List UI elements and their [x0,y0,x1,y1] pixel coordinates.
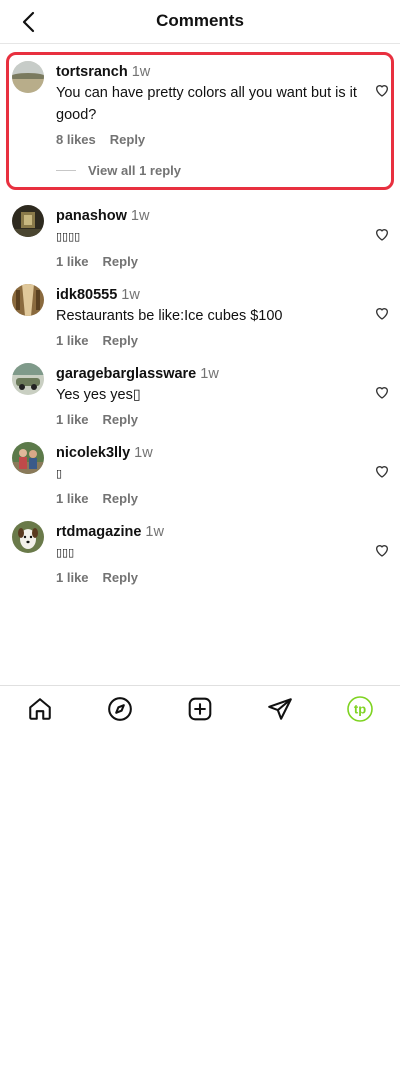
heart-icon [375,229,389,241]
explore-compass-icon [108,696,132,721]
heart-icon [375,308,389,320]
comment-body: tortsranch 1w You can have pretty colors … [56,63,360,147]
nav-home-button[interactable] [26,695,54,723]
comment-body: garagebarglassware 1w Yes yes yes▯ 1 like… [56,365,360,427]
dog-avatar-icon [12,521,44,553]
timestamp: 1w [134,445,153,461]
username[interactable]: tortsranch [56,64,128,80]
reply-button[interactable]: Reply [103,254,138,269]
timestamp: 1w [145,524,164,540]
comment-body: rtdmagazine 1w ▯▯▯ 1 like Reply [56,523,360,585]
comment-text: Yes yes yes▯ [56,387,141,403]
avatar[interactable] [12,284,44,316]
heart-icon [375,387,389,399]
reply-button[interactable]: Reply [103,570,138,585]
view-replies-label: View all 1 reply [88,163,181,178]
comment-body: nicolek3lly 1w ▯ 1 like Reply [56,444,360,506]
likes-count[interactable]: 8 likes [56,132,96,147]
heart-icon [375,545,389,557]
header: Comments [0,0,400,44]
direct-send-icon [268,697,292,720]
comment-text: ▯ [56,467,63,480]
reply-divider [56,170,76,171]
likes-count[interactable]: 1 like [56,491,89,506]
comment-item: rtdmagazine 1w ▯▯▯ 1 like Reply [0,512,400,591]
comment-text: ▯▯▯ [56,546,75,559]
view-replies-button[interactable]: View all 1 reply [56,163,181,178]
comments-screen: Comments tortsranch 1w You can have prett… [0,0,400,1080]
comment-text: ▯▯▯▯ [56,230,81,243]
landscape-avatar-icon [12,61,44,93]
comment-text: You can have pretty colors all you want … [56,85,357,123]
page-title: Comments [156,11,244,30]
avatar[interactable] [12,521,44,553]
comment-item: tortsranch 1w You can have pretty colors … [0,44,400,196]
likes-count[interactable]: 1 like [56,333,89,348]
likes-count[interactable]: 1 like [56,570,89,585]
avatar[interactable] [12,205,44,237]
like-button[interactable] [374,82,390,98]
nav-create-button[interactable] [186,695,214,723]
car-avatar-icon [12,363,44,395]
comment-item: garagebarglassware 1w Yes yes yes▯ 1 like… [0,354,400,433]
likes-count[interactable]: 1 like [56,412,89,427]
timestamp: 1w [130,208,150,224]
like-button[interactable] [374,463,390,479]
like-button[interactable] [374,226,390,242]
username[interactable]: garagebarglassware [56,366,196,382]
comment-list: tortsranch 1w You can have pretty colors … [0,44,400,591]
reply-button[interactable]: Reply [103,491,138,506]
like-button[interactable] [374,384,390,400]
hallway-avatar-icon [12,284,44,316]
bottom-nav: tp [0,685,400,731]
username[interactable]: rtdmagazine [56,524,141,540]
reply-button[interactable]: Reply [103,412,138,427]
nav-profile-button[interactable]: tp [346,695,374,723]
username[interactable]: nicolek3lly [56,445,130,461]
username[interactable]: idk80555 [56,287,117,303]
comment-item: nicolek3lly 1w ▯ 1 like Reply [0,433,400,512]
avatar[interactable] [12,442,44,474]
timestamp: 1w [121,287,140,303]
reply-button[interactable]: Reply [103,333,138,348]
heart-icon [375,466,389,478]
comment-body: panashow 1w ▯▯▯▯ 1 like Reply [56,207,360,269]
timestamp: 1w [200,366,219,382]
comment-item: idk80555 1w Restaurants be like:Ice cubes… [0,275,400,354]
heart-icon [375,85,389,97]
comment-body: idk80555 1w Restaurants be like:Ice cubes… [56,286,360,348]
home-icon [29,697,51,720]
dark-room-avatar-icon [12,205,44,237]
like-button[interactable] [374,542,390,558]
comment-text: Restaurants be like:Ice cubes $100 [56,308,283,324]
like-button[interactable] [374,305,390,321]
profile-initials: tp [354,701,366,716]
avatar[interactable] [12,61,44,93]
likes-count[interactable]: 1 like [56,254,89,269]
comment-item: panashow 1w ▯▯▯▯ 1 like Reply [0,196,400,275]
create-plus-icon [188,697,212,720]
avatar[interactable] [12,363,44,395]
nav-direct-button[interactable] [266,695,294,723]
profile-tp-icon: tp [347,695,373,722]
timestamp: 1w [131,64,151,80]
username[interactable]: panashow [56,208,127,224]
reply-button[interactable]: Reply [110,132,145,147]
people-avatar-icon [12,442,44,474]
nav-explore-button[interactable] [106,695,134,723]
